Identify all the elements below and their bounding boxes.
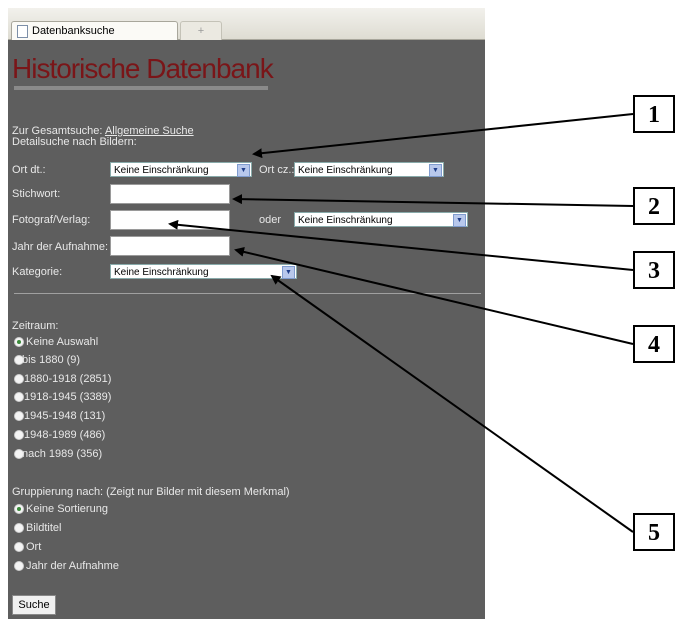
callout-2: 2 bbox=[633, 187, 675, 225]
callout-3: 3 bbox=[633, 251, 675, 289]
callout-5: 5 bbox=[633, 513, 675, 551]
callout-4: 4 bbox=[633, 325, 675, 363]
arrow-1 bbox=[252, 113, 634, 159]
arrow-3 bbox=[168, 219, 634, 271]
arrow-2 bbox=[232, 194, 634, 207]
annotation-arrows bbox=[168, 113, 634, 533]
arrow-5 bbox=[270, 274, 634, 533]
callout-1: 1 bbox=[633, 95, 675, 133]
